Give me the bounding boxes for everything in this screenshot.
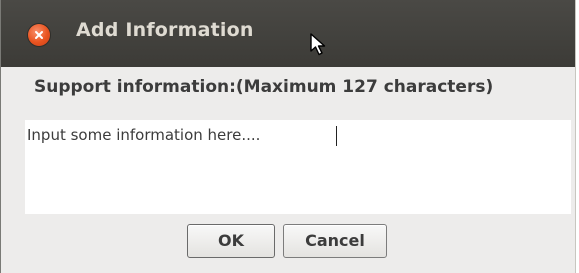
mouse-pointer-icon — [310, 33, 332, 62]
cancel-button[interactable]: Cancel — [283, 224, 387, 258]
support-information-label: Support information:(Maximum 127 charact… — [34, 77, 494, 97]
dialog-title: Add Information — [76, 19, 254, 41]
ok-button[interactable]: OK — [187, 224, 275, 258]
text-caret — [336, 126, 337, 146]
close-icon[interactable] — [28, 24, 50, 46]
title-bar[interactable]: Add Information — [1, 0, 575, 67]
add-information-dialog: Add Information Support information:(Max… — [0, 0, 576, 273]
information-input[interactable]: Input some information here.... — [25, 120, 571, 214]
